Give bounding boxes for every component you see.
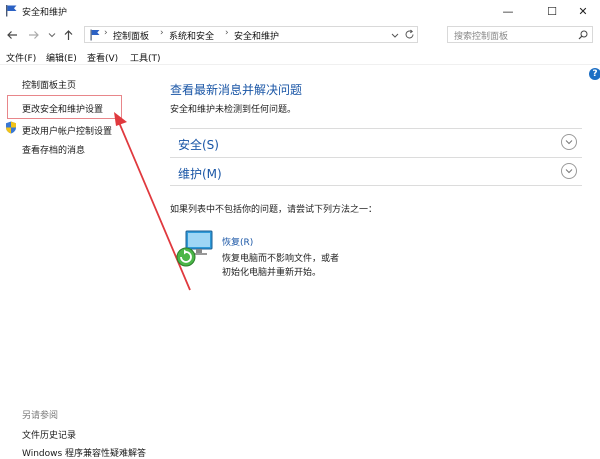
breadcrumb-security-maintenance[interactable]: 安全和维护: [234, 29, 279, 42]
help-icon[interactable]: ?: [589, 68, 600, 80]
arrow-up-icon[interactable]: [63, 29, 74, 41]
menu-tools[interactable]: 工具(T): [130, 51, 161, 64]
close-button[interactable]: ✕: [563, 0, 600, 22]
recovery-computer-icon: [176, 230, 213, 267]
section-security-label: 安全(S): [178, 138, 219, 152]
menu-view[interactable]: 查看(V): [87, 51, 118, 64]
refresh-icon[interactable]: [404, 29, 415, 40]
menu-edit[interactable]: 编辑(E): [46, 51, 77, 64]
title-bar: 安全和维护 — ☐ ✕: [0, 0, 600, 22]
chevron-down-icon[interactable]: [48, 31, 56, 39]
breadcrumb-separator: ›: [225, 28, 229, 38]
search-icon[interactable]: [578, 30, 588, 40]
recovery-description: 恢复电脑而不影响文件，或者 初始化电脑并重新开始。: [222, 252, 339, 280]
see-also-compat-troubleshooter[interactable]: Windows 程序兼容性疑难解答: [22, 446, 146, 459]
recovery-link[interactable]: 恢复(R): [222, 235, 253, 248]
address-field[interactable]: › 控制面板 › 系统和安全 › 安全和维护: [84, 26, 418, 43]
uac-shield-icon: [6, 121, 16, 134]
sidebar-item-archived-messages[interactable]: 查看存档的消息: [22, 143, 85, 156]
see-also-heading: 另请参阅: [22, 411, 59, 421]
status-message: 安全和维护未检测到任何问题。: [170, 105, 297, 115]
section-maintenance-label: 维护(M): [178, 167, 222, 181]
section-maintenance[interactable]: 维护(M): [170, 157, 582, 186]
chevron-down-circle-icon[interactable]: [561, 163, 577, 179]
minimize-button[interactable]: —: [488, 0, 528, 22]
breadcrumb-separator: ›: [160, 28, 164, 38]
sidebar-item-change-security-settings[interactable]: 更改安全和维护设置: [22, 102, 103, 115]
breadcrumb-system-security[interactable]: 系统和安全: [169, 29, 214, 42]
arrow-left-icon[interactable]: [6, 29, 18, 41]
sidebar-item-change-uac-settings[interactable]: 更改用户帐户控制设置: [22, 124, 112, 137]
address-dropdown-icon[interactable]: [391, 32, 399, 39]
chevron-down-circle-icon[interactable]: [561, 134, 577, 150]
sidebar-item-control-panel-home[interactable]: 控制面板主页: [22, 78, 76, 91]
troubleshoot-prompt: 如果列表中不包括你的问题，请尝试下列方法之一：: [170, 205, 378, 215]
flag-icon: [90, 29, 100, 41]
breadcrumb-separator: ›: [104, 28, 108, 38]
arrow-right-icon[interactable]: [28, 29, 40, 41]
window-title: 安全和维护: [22, 8, 68, 18]
breadcrumb-control-panel[interactable]: 控制面板: [113, 29, 149, 42]
menu-file[interactable]: 文件(F): [6, 51, 36, 64]
recovery-description-line: 初始化电脑并重新开始。: [222, 268, 322, 278]
menu-divider: [0, 64, 600, 65]
search-input[interactable]: 搜索控制面板: [447, 26, 593, 43]
recovery-description-line: 恢复电脑而不影响文件，或者: [222, 254, 340, 264]
see-also-file-history[interactable]: 文件历史记录: [22, 428, 76, 441]
page-title: 查看最新消息并解决问题: [170, 83, 303, 97]
security-maintenance-flag-icon: [6, 5, 17, 17]
section-security[interactable]: 安全(S): [170, 128, 582, 157]
search-placeholder: 搜索控制面板: [454, 32, 509, 42]
